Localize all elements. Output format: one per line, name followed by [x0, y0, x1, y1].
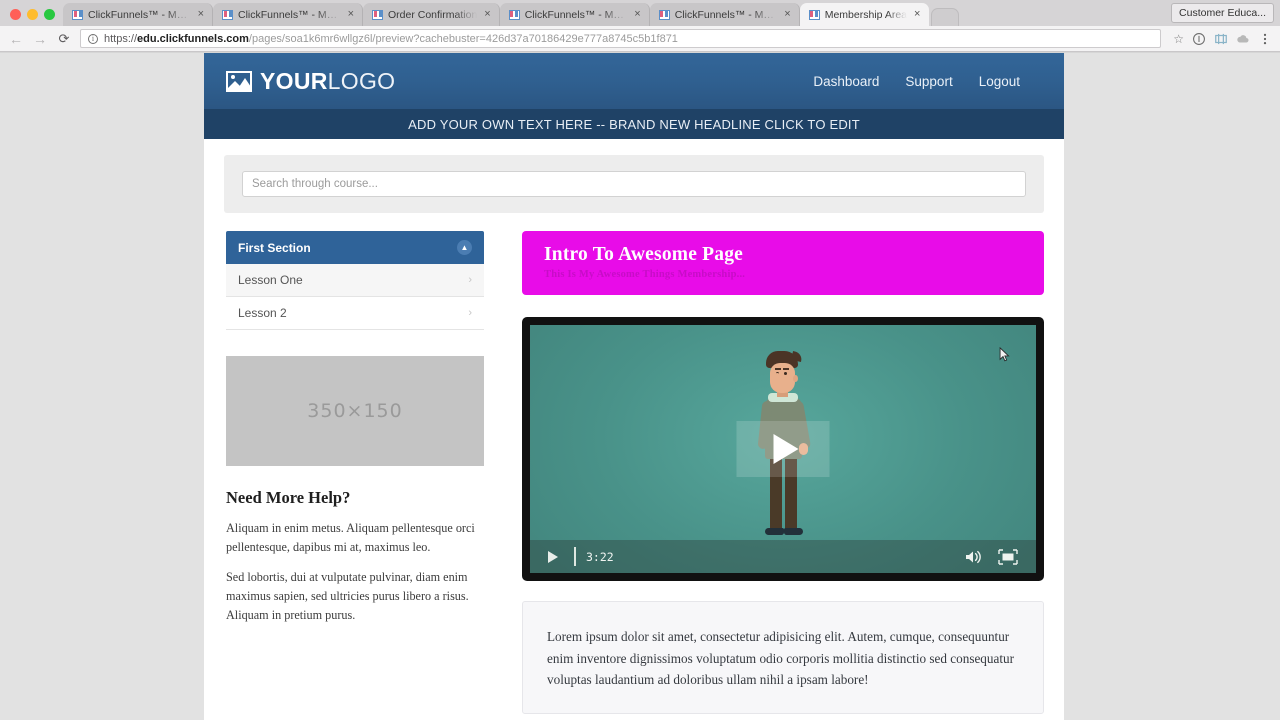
chevron-right-icon: › [468, 307, 472, 319]
reload-icon[interactable]: ⟳ [56, 32, 72, 45]
lesson-title: Intro To Awesome Page [544, 244, 744, 265]
bookmark-star-icon[interactable]: ☆ [1173, 32, 1184, 46]
help-paragraph-2: Sed lobortis, dui at vulputate pulvinar,… [226, 569, 469, 622]
clickfunnels-favicon-icon [808, 9, 820, 20]
browser-tab-2[interactable]: ClickFunnels™ - Marketing F... × [213, 3, 363, 26]
image-placeholder-icon [226, 70, 252, 92]
play-icon [773, 434, 798, 465]
chrome-menu-icon[interactable] [1258, 32, 1272, 46]
url-path: /pages/soa1k6mr6wllgz6l/preview?cachebus… [248, 32, 678, 45]
site-logo[interactable]: YOURLOGO [226, 68, 395, 95]
close-window-button[interactable] [10, 9, 21, 20]
browser-tabs: ClickFunnels™ - Marketing F... × ClickFu… [63, 3, 1171, 26]
lesson-label: Lesson One [238, 273, 303, 287]
sidebar-placeholder-image: 350×150 [226, 356, 484, 466]
lesson-content-paragraph: Lorem ipsum dolor sit amet, consectetur … [547, 629, 1014, 688]
close-tab-icon[interactable]: × [482, 9, 492, 20]
close-tab-icon[interactable]: × [632, 9, 642, 20]
browser-window: ClickFunnels™ - Marketing F... × ClickFu… [0, 0, 1280, 720]
logo-text: YOURLOGO [260, 68, 395, 95]
close-tab-icon[interactable]: × [346, 9, 356, 20]
nav-item-logout[interactable]: Logout [979, 74, 1020, 89]
lesson-subtitle: This Is My Awesome Things Membership... [544, 269, 746, 281]
browser-tab-1[interactable]: ClickFunnels™ - Marketing F... × [63, 3, 213, 26]
course-main-content: Intro To Awesome Page This Is My Awesome… [522, 231, 1044, 714]
browser-tab-label: Membership Area [824, 8, 908, 21]
address-bar-url: https://edu.clickfunnels.com/pages/soa1k… [104, 33, 678, 45]
nav-item-dashboard[interactable]: Dashboard [813, 74, 879, 89]
forward-icon[interactable]: → [32, 32, 48, 46]
lesson-label: Lesson 2 [238, 306, 287, 320]
lesson-content-card: Lorem ipsum dolor sit amet, consectetur … [522, 601, 1044, 714]
logo-light-word: LOGO [327, 67, 396, 94]
chrome-profile-area: Customer Educa... [1171, 3, 1280, 26]
page-body: First Section ▲ Lesson One › Lesson 2 › … [204, 213, 1064, 714]
browser-tab-3[interactable]: Order Confirmation × [363, 3, 500, 26]
site-nav: Dashboard Support Logout [813, 74, 1020, 89]
chevron-right-icon: › [468, 274, 472, 286]
browser-tab-6-active[interactable]: Membership Area × [799, 3, 930, 26]
sidebar-item-lesson-one[interactable]: Lesson One › [226, 264, 484, 297]
video-screen[interactable]: 3:22 [530, 325, 1036, 574]
clickfunnels-favicon-icon [508, 9, 520, 20]
video-play-button[interactable] [548, 550, 558, 563]
help-paragraph-1: Aliquam in enim metus. Aliquam pellentes… [226, 521, 475, 554]
lesson-title-card: Intro To Awesome Page This Is My Awesome… [522, 231, 1044, 296]
minimize-window-button[interactable] [27, 9, 38, 20]
site-header: YOURLOGO Dashboard Support Logout [204, 53, 1064, 109]
mouse-cursor-icon [999, 347, 1010, 362]
sidebar-item-lesson-2[interactable]: Lesson 2 › [226, 297, 484, 330]
browser-tab-strip: ClickFunnels™ - Marketing F... × ClickFu… [0, 0, 1280, 26]
browser-tab-label: ClickFunnels™ - Marketing F... [674, 8, 778, 21]
browser-tab-label: ClickFunnels™ - Marketing F... [524, 8, 628, 21]
search-input[interactable]: Search through course... [242, 171, 1026, 197]
clickfunnels-favicon-icon [658, 9, 670, 20]
volume-icon[interactable] [964, 549, 984, 565]
browser-tab-4[interactable]: ClickFunnels™ - Marketing F... × [499, 3, 650, 26]
cloud-icon[interactable] [1236, 32, 1250, 46]
course-sidebar: First Section ▲ Lesson One › Lesson 2 › … [226, 231, 484, 625]
close-tab-icon[interactable]: × [782, 9, 792, 20]
nav-item-support[interactable]: Support [905, 74, 952, 89]
sidebar-section-header[interactable]: First Section ▲ [226, 231, 484, 264]
close-tab-icon[interactable]: × [912, 9, 922, 20]
browser-tab-label: Order Confirmation [388, 8, 478, 21]
url-host: edu.clickfunnels.com [137, 32, 249, 45]
membership-page: YOURLOGO Dashboard Support Logout ADD YO… [204, 53, 1064, 720]
info-circle-icon[interactable] [1192, 32, 1206, 46]
video-time-label: 3:22 [586, 549, 614, 564]
course-search-strip: Search through course... [224, 155, 1044, 213]
extension-icon[interactable] [1214, 32, 1228, 46]
address-bar[interactable]: i https://edu.clickfunnels.com/pages/soa… [80, 29, 1162, 48]
controls-divider [574, 547, 576, 567]
clickfunnels-favicon-icon [222, 9, 233, 20]
placeholder-dimensions-label: 350×150 [307, 400, 403, 422]
back-icon[interactable]: ← [8, 32, 24, 46]
page-info-icon[interactable]: i [88, 33, 98, 44]
fullscreen-icon[interactable] [998, 549, 1018, 565]
clickfunnels-favicon-icon [372, 9, 383, 20]
browser-tab-5[interactable]: ClickFunnels™ - Marketing F... × [649, 3, 800, 26]
headline-bar[interactable]: ADD YOUR OWN TEXT HERE -- BRAND NEW HEAD… [204, 109, 1064, 139]
window-traffic-lights [6, 9, 63, 26]
profile-button[interactable]: Customer Educa... [1171, 3, 1274, 23]
new-tab-button[interactable] [931, 8, 960, 26]
video-controls-bar: 3:22 [530, 540, 1036, 574]
browser-toolbar: ← → ⟳ i https://edu.clickfunnels.com/pag… [0, 26, 1280, 52]
page-viewport: YOURLOGO Dashboard Support Logout ADD YO… [0, 53, 1280, 720]
video-play-overlay-button[interactable] [736, 421, 830, 478]
browser-tab-label: ClickFunnels™ - Marketing F... [238, 8, 341, 21]
close-tab-icon[interactable]: × [196, 9, 206, 20]
video-controls-right [964, 549, 1026, 565]
video-player[interactable]: 3:22 [522, 317, 1044, 582]
toolbar-icons: ☆ [1169, 32, 1272, 46]
browser-tab-label: ClickFunnels™ - Marketing F... [88, 8, 191, 21]
url-scheme: https:// [104, 32, 138, 45]
logo-bold-word: YOUR [260, 67, 328, 94]
clickfunnels-favicon-icon [72, 9, 83, 20]
sidebar-section-title: First Section [238, 240, 311, 255]
help-heading: Need More Help? [226, 488, 351, 507]
maximize-window-button[interactable] [44, 9, 55, 20]
chevron-up-icon[interactable]: ▲ [457, 240, 472, 255]
